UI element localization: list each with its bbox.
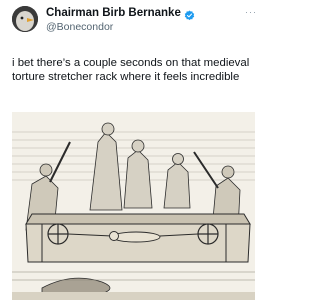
display-name[interactable]: Chairman Birb Bernanke xyxy=(46,7,181,19)
tweet-text: i bet there’s a couple seconds on that m… xyxy=(12,57,250,83)
tweet-header: Chairman Birb Bernanke @Bonecondor ··· xyxy=(12,6,257,40)
handle[interactable]: @Bonecondor xyxy=(46,21,195,33)
verified-badge-icon xyxy=(184,8,195,20)
author-names: Chairman Birb Bernanke @Bonecondor xyxy=(46,6,195,33)
more-options-icon[interactable]: ··· xyxy=(245,7,257,17)
torture-rack-engraving xyxy=(12,112,255,300)
tweet-image[interactable] xyxy=(12,112,255,300)
avatar[interactable] xyxy=(12,6,38,32)
